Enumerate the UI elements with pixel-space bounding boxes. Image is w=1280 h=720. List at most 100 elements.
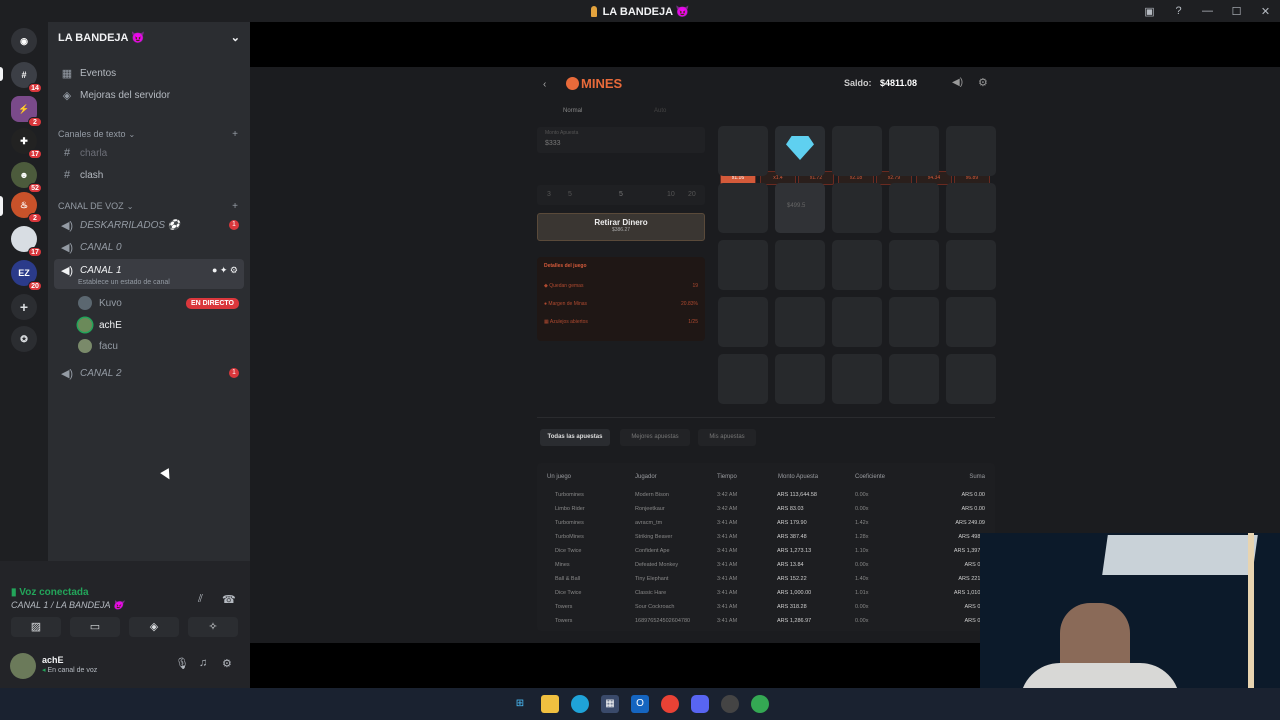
mine-tile[interactable] (946, 126, 996, 176)
voice-category[interactable]: CANAL DE VOZ ⌄ + (48, 196, 250, 216)
table-cell: Confident Ape (635, 548, 670, 554)
headphones-icon[interactable]: ♫ (199, 657, 207, 669)
voice-member[interactable]: facu (48, 336, 250, 356)
channel-status[interactable]: Establece un estado de canal (78, 279, 170, 286)
mine-tile[interactable] (775, 354, 825, 404)
mine-tile[interactable] (832, 240, 882, 290)
mine-tile[interactable] (946, 240, 996, 290)
bet-input[interactable]: Monto Apuesta $333 (537, 127, 705, 153)
explore-icon[interactable]: ✪ (11, 326, 37, 352)
mine-tile[interactable] (775, 297, 825, 347)
soundboard-button[interactable]: ✧ (188, 617, 238, 637)
mine-tile[interactable] (832, 297, 882, 347)
edge-icon[interactable] (571, 695, 589, 713)
mine-tile[interactable] (889, 240, 939, 290)
mine-tile[interactable] (832, 183, 882, 233)
mine-tile[interactable] (889, 126, 939, 176)
channel-clash[interactable]: # clash (48, 165, 250, 185)
voice-channel-canal-2[interactable]: ◀) CANAL 2 1 (48, 363, 250, 383)
voice-location[interactable]: CANAL 1 / LA BANDEJA 😈 (11, 600, 124, 611)
mine-tile[interactable] (889, 183, 939, 233)
close-icon[interactable]: ✕ (1251, 5, 1280, 18)
channel-actions-icon[interactable]: ● ✦ ⚙ (212, 265, 238, 276)
server-icon-1[interactable]: #14 (11, 62, 42, 93)
volume-icon[interactable]: ◀) (952, 77, 963, 88)
mine-tile[interactable] (889, 297, 939, 347)
file-explorer-icon[interactable] (541, 695, 559, 713)
mines-selector[interactable]: 3 5 5 10 20 (537, 185, 705, 205)
server-icon-6[interactable]: 17 (11, 226, 42, 257)
tab-normal[interactable]: Normal (563, 108, 582, 114)
add-channel-icon[interactable]: + (232, 201, 238, 212)
text-category[interactable]: Canales de texto ⌄ + (48, 124, 250, 144)
mines-option[interactable]: 10 (667, 191, 675, 198)
mines-logo-icon (566, 77, 579, 90)
mine-tile[interactable] (775, 240, 825, 290)
discord-icon[interactable] (691, 695, 709, 713)
mine-tile[interactable] (946, 354, 996, 404)
mine-tile[interactable] (946, 297, 996, 347)
screen-share-button[interactable]: ▭ (70, 617, 120, 637)
user-panel: achE ◂ En canal de voz 🎙︎ ♫ ⚙ (0, 648, 250, 688)
mine-tile[interactable] (718, 183, 768, 233)
back-icon[interactable]: ‹ (543, 79, 546, 90)
voice-member[interactable]: achE (48, 315, 250, 335)
mine-tile[interactable] (832, 354, 882, 404)
server-icon-4[interactable]: ☻ 52 (11, 162, 42, 193)
add-server-icon[interactable]: + (11, 294, 37, 320)
column-header: Tiempo (717, 474, 737, 480)
mine-tile[interactable] (718, 297, 768, 347)
tab-all-bets[interactable]: Todas las apuestas (540, 429, 610, 446)
settings-gear-icon[interactable]: ⚙ (978, 76, 988, 89)
store-icon[interactable]: ▦ (601, 695, 619, 713)
channel-charla[interactable]: # charla (48, 143, 250, 163)
chrome-alt-icon[interactable] (751, 695, 769, 713)
disconnect-icon[interactable]: ☎ (222, 593, 236, 606)
camera-button[interactable]: ▨ (11, 617, 61, 637)
maximize-icon[interactable]: ☐ (1222, 5, 1251, 18)
boosts-item[interactable]: ◈ Mejoras del servidor (48, 85, 250, 105)
events-item[interactable]: ▦ Eventos (48, 63, 250, 83)
server-icon-2[interactable]: ⚡ 2 (11, 96, 42, 127)
server-icon-7[interactable]: EZ 20 (11, 260, 42, 291)
cashout-button[interactable]: Retirar Dinero $386.27 (537, 213, 705, 241)
add-channel-icon[interactable]: + (232, 129, 238, 140)
mine-tile[interactable] (832, 126, 882, 176)
avatar[interactable] (10, 653, 36, 679)
server-header[interactable]: LA BANDEJA 😈 ⌄ (48, 22, 250, 52)
tab-auto[interactable]: Auto (654, 108, 666, 114)
mine-tile[interactable] (718, 126, 768, 176)
minimize-icon[interactable]: — (1193, 5, 1222, 17)
windows-icon[interactable]: ⊞ (511, 695, 529, 713)
mine-tile[interactable] (718, 240, 768, 290)
voice-member[interactable]: Kuvo EN DIRECTO (48, 293, 250, 313)
table-cell: ARS 0.00 (961, 492, 985, 498)
noise-suppression-icon[interactable]: ⫽ (198, 593, 203, 606)
obs-icon[interactable] (721, 695, 739, 713)
settings-gear-icon[interactable]: ⚙ (222, 657, 232, 670)
microphone-icon[interactable]: 🎙︎ (175, 657, 189, 670)
activity-button[interactable]: ◈ (129, 617, 179, 637)
mine-tile[interactable] (889, 354, 939, 404)
mine-tile[interactable]: $499.5 (775, 183, 825, 233)
mines-option[interactable]: 20 (688, 191, 696, 198)
cast-icon[interactable]: ▣ (1135, 5, 1164, 18)
voice-status: ▮ Voz conectada (11, 587, 89, 598)
discord-home-icon[interactable]: ◉ (11, 28, 37, 54)
mine-tile[interactable] (946, 183, 996, 233)
voice-channel-deskarrilados[interactable]: ◀) DESKARRILADOS ⚽ 1 (48, 215, 250, 235)
chrome-icon[interactable] (661, 695, 679, 713)
voice-channel-canal-0[interactable]: ◀) CANAL 0 (48, 237, 250, 257)
server-icon-5[interactable]: ♨ 2 (11, 192, 42, 223)
divider (537, 417, 995, 418)
server-icon-3[interactable]: ✚ 17 (11, 128, 42, 159)
voice-channel-canal-1[interactable]: ◀) CANAL 1 ● ✦ ⚙ (48, 260, 250, 280)
outlook-icon[interactable]: O (631, 695, 649, 713)
help-icon[interactable]: ? (1164, 5, 1193, 17)
tab-my-bets[interactable]: Mis apuestas (698, 429, 756, 446)
tab-best-bets[interactable]: Mejores apuestas (620, 429, 690, 446)
mines-option[interactable]: 5 (568, 191, 572, 198)
mines-option[interactable]: 3 (547, 191, 551, 198)
mine-tile[interactable] (718, 354, 768, 404)
mine-tile[interactable] (775, 126, 825, 176)
